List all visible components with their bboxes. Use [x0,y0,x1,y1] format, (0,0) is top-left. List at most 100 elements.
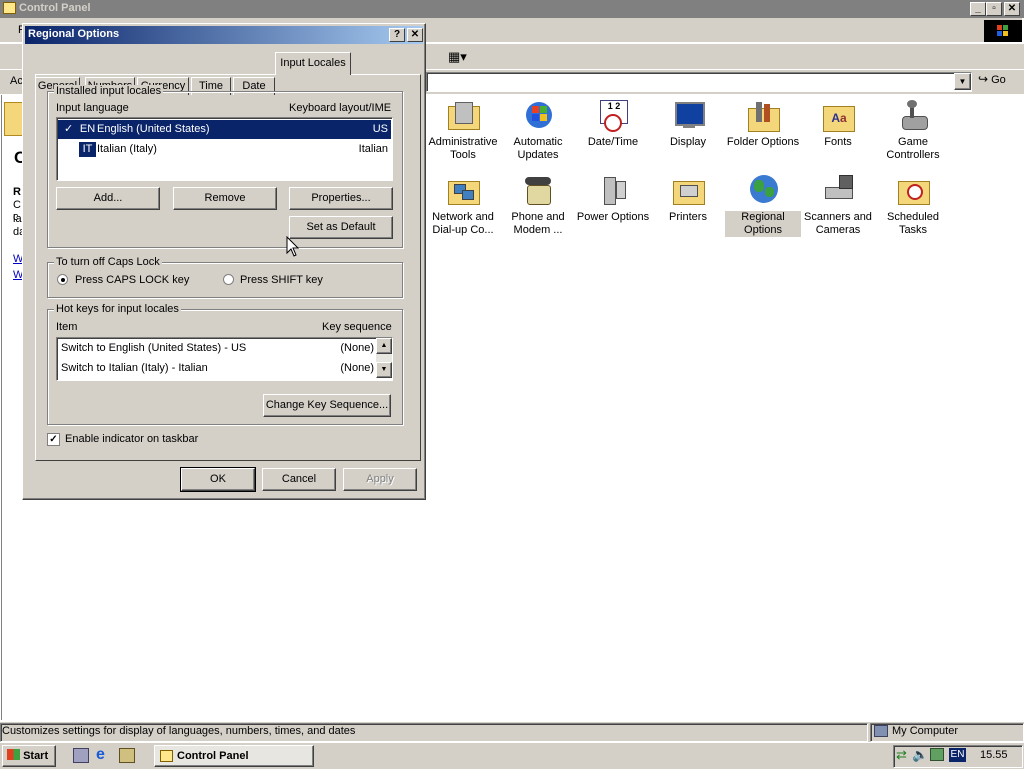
network-icon [446,175,480,207]
shift-key-option-label[interactable]: Press SHIFT key [240,274,323,286]
cp-item-scanners-cameras[interactable]: Scanners and Cameras [800,175,876,237]
hotkey-item: Switch to English (United States) - US [61,342,247,354]
apply-button[interactable]: Apply [343,468,417,491]
left-pane-folder-icon [4,102,24,136]
hotkeys-list[interactable]: Switch to English (United States) - US (… [56,337,393,381]
taskbar: Start e Control Panel ⇄ 🔈 EN 15.55 [0,742,1024,769]
scheduled-tasks-icon [896,175,930,207]
status-text: Customizes settings for display of langu… [2,725,356,737]
administrative-tools-icon [446,100,480,132]
cp-item-printers[interactable]: Printers [650,175,726,224]
address-input[interactable] [426,72,972,92]
default-check-icon: ✓ [64,123,74,135]
display-icon [671,100,705,132]
address-dropdown-button[interactable]: ▼ [954,73,971,90]
date-time-icon: 1 2 [596,100,630,132]
left-pane-line: C [13,199,21,211]
go-label: Go [991,74,1006,86]
scroll-up-arrow-icon[interactable]: ▲ [376,338,392,354]
minimize-button[interactable]: _ [970,2,986,16]
properties-button[interactable]: Properties... [289,187,393,210]
hotkeys-scrollbar[interactable]: ▲ ▼ [376,338,392,378]
tab-input-locales[interactable]: Input Locales [275,52,351,75]
cp-item-fonts[interactable]: Aa Fonts [800,100,876,149]
locale-code-badge: IT [79,142,96,157]
cancel-button[interactable]: Cancel [262,468,336,491]
mouse-cursor-icon [286,236,300,257]
dialog-close-button[interactable]: ✕ [407,28,423,42]
caps-lock-radio[interactable] [57,274,68,285]
tray-language-indicator[interactable]: EN [949,748,966,762]
cp-item-phone-modem[interactable]: Phone and Modem ... [500,175,576,237]
dialog-titlebar[interactable]: Regional Options ? ✕ [25,26,423,44]
my-computer-icon [874,725,888,737]
regional-options-dialog: Regional Options ? ✕ General Numbers Cur… [22,23,426,500]
cp-item-display[interactable]: Display [650,100,726,149]
windows-logo-icon [984,20,1022,42]
cp-item-folder-options[interactable]: Folder Options [725,100,801,149]
left-pane-line: la [13,213,22,225]
tray-safe-remove-icon[interactable]: ⇄ [896,747,907,763]
col-keyboard-layout: Keyboard layout/IME [289,102,392,114]
cp-item-network[interactable]: Network and Dial-up Co... [425,175,501,237]
change-key-sequence-button[interactable]: Change Key Sequence... [263,394,391,417]
phone-modem-icon [521,175,555,207]
col-input-language: Input language [56,102,129,114]
enable-indicator-checkbox[interactable]: ✓ [47,433,60,446]
shift-key-radio[interactable] [223,274,234,285]
list-item[interactable]: Switch to English (United States) - US (… [58,339,374,358]
hotkey-item: Switch to Italian (Italy) - Italian [61,362,208,374]
folder-options-icon [746,100,780,132]
control-panel-task-icon [160,750,173,762]
locale-layout: Italian [358,143,388,155]
list-item[interactable]: Switch to Italian (Italy) - Italian (Non… [58,359,374,378]
scroll-down-arrow-icon[interactable]: ▼ [376,362,392,378]
locale-code-badge: EN [79,122,96,137]
window-titlebar[interactable]: Control Panel _ ▫ ✕ [0,0,1024,18]
cp-item-regional-options[interactable]: Regional Options [725,175,801,237]
cp-item-scheduled-tasks[interactable]: Scheduled Tasks [875,175,951,237]
taskbar-task-label: Control Panel [177,750,249,762]
taskbar-control-panel[interactable]: Control Panel [154,745,314,767]
windows-flag-icon [7,749,20,760]
outlook-express-icon[interactable] [119,748,135,763]
list-item[interactable]: IT Italian (Italy) Italian [58,140,391,159]
cp-item-automatic-updates[interactable]: Automatic Updates [500,100,576,162]
add-button[interactable]: Add... [56,187,160,210]
radio-dot-icon [61,278,65,282]
internet-explorer-icon[interactable]: e [96,746,105,764]
help-button[interactable]: ? [389,28,405,42]
cp-item-game-controllers[interactable]: Game Controllers [875,100,951,162]
col-item: Item [56,321,78,333]
remove-button[interactable]: Remove [173,187,277,210]
tray-network-icon[interactable] [930,748,944,761]
show-desktop-icon[interactable] [73,748,89,763]
col-key-sequence: Key sequence [322,321,392,333]
regional-options-label: Regional Options [725,211,801,237]
cp-item-power-options[interactable]: Power Options [575,175,651,224]
go-arrow-icon: ↪ [978,72,989,86]
enable-indicator-label[interactable]: Enable indicator on taskbar [65,433,198,445]
tray-volume-icon[interactable]: 🔈 [912,747,928,763]
printers-icon [671,175,705,207]
caps-lock-option-label[interactable]: Press CAPS LOCK key [75,274,189,286]
list-item[interactable]: ✓ EN English (United States) US [58,120,391,139]
views-icon[interactable]: ▦▾ [448,49,470,64]
caps-lock-label: To turn off Caps Lock [54,256,162,268]
ok-button[interactable]: OK [180,467,256,492]
installed-locales-label: Installed input locales [54,85,164,97]
installed-locales-list[interactable]: ✓ EN English (United States) US IT Itali… [56,117,393,181]
go-button[interactable]: ↪ Go [978,72,1020,90]
restore-button[interactable]: ▫ [986,2,1002,16]
hotkey-sequence: (None) [340,342,374,354]
cp-item-date-time[interactable]: 1 2 Date/Time [575,100,651,149]
set-as-default-button[interactable]: Set as Default [289,216,393,239]
tray-clock[interactable]: 15.55 [980,749,1008,761]
status-bar: Customizes settings for display of langu… [0,721,1024,743]
start-button[interactable]: Start [2,745,56,767]
close-button[interactable]: ✕ [1004,2,1020,16]
fonts-icon: Aa [821,100,855,132]
locale-language: Italian (Italy) [97,143,157,155]
status-zone: My Computer [892,725,959,737]
cp-item-administrative-tools[interactable]: Administrative Tools [425,100,501,162]
